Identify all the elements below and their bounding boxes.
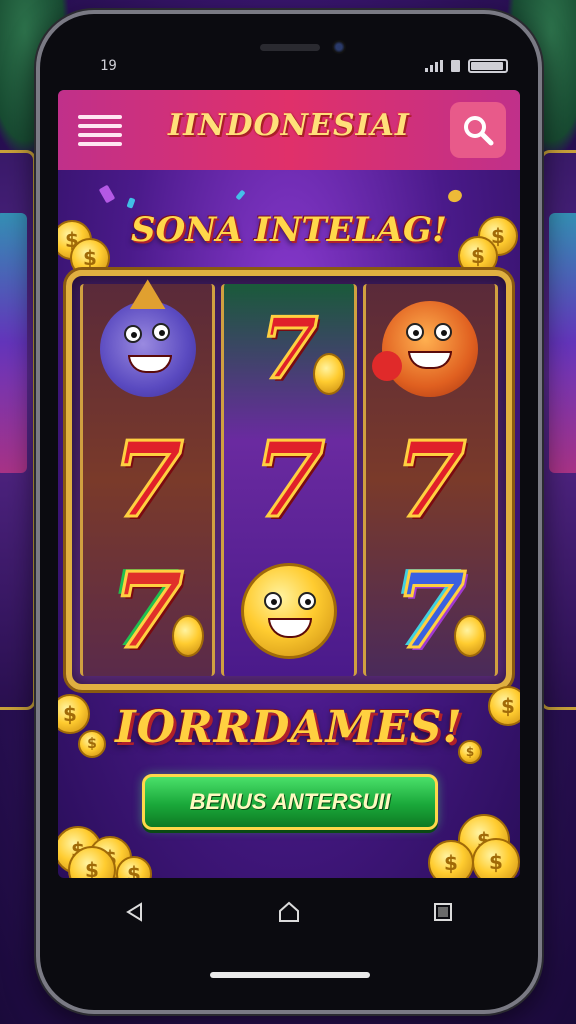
- status-icons: [425, 59, 508, 73]
- seven-red-coin-symbol: 7: [229, 289, 349, 409]
- seven-blue-coin-symbol: 7: [370, 551, 490, 671]
- back-triangle-icon: [126, 902, 142, 922]
- seven-red-symbol: 7: [251, 417, 326, 541]
- system-nav-bar: [58, 882, 520, 942]
- jackpot-text: IORRDAMES!: [115, 702, 463, 753]
- confetti-decoration: [446, 187, 464, 205]
- app-header: IINDONESIAI: [58, 90, 520, 170]
- home-indicator-bar[interactable]: [210, 972, 370, 978]
- nav-recents-button[interactable]: [423, 892, 463, 932]
- seven-red-symbol: 7: [393, 417, 468, 541]
- search-icon: [464, 116, 494, 146]
- promo-title: SONA INTELAG!: [131, 210, 447, 250]
- slot-machine: 7 7 7 7 7 7: [66, 270, 512, 690]
- battery-icon: [468, 59, 508, 73]
- arcade-cabinet-decoration: [0, 150, 36, 710]
- hamburger-menu-icon: [78, 114, 122, 119]
- sim-card-icon: [451, 60, 460, 72]
- gold-coin-decoration: $: [488, 686, 520, 726]
- confetti-decoration: [98, 184, 116, 204]
- recents-square-icon: [434, 903, 452, 921]
- gold-coin-decoration: $: [458, 740, 482, 764]
- character-blue-jester-symbol: [88, 279, 208, 409]
- confetti-decoration: [126, 197, 136, 209]
- earpiece-speaker: [260, 44, 320, 51]
- status-bar: 19: [100, 56, 508, 76]
- status-time: 19: [100, 58, 117, 74]
- nav-back-button[interactable]: [115, 892, 155, 932]
- app-screen: IINDONESIAI $ $ $ $ SONA INTELAG! 7 7 7 …: [58, 90, 520, 878]
- arcade-cabinet-decoration: [540, 150, 576, 710]
- gold-coin-decoration: $: [116, 856, 152, 878]
- phone-frame: 19 IINDONESIAI $ $ $ $ SONA INTELAG! 7 7…: [36, 10, 542, 1014]
- character-gold-face-symbol: [229, 551, 349, 671]
- gold-coin-decoration: $: [428, 840, 474, 878]
- slot-reel: 7 7: [80, 279, 216, 676]
- confetti-decoration: [235, 189, 246, 201]
- gold-coin-decoration: $: [472, 838, 520, 878]
- seven-red-symbol: 7: [110, 417, 185, 541]
- battery-level: [471, 62, 504, 70]
- signal-bars-icon: [425, 60, 443, 72]
- home-icon: [279, 901, 299, 922]
- front-camera: [332, 40, 346, 54]
- character-orange-boxer-symbol: [370, 289, 490, 409]
- search-button[interactable]: [450, 102, 506, 158]
- app-title: IINDONESIAI: [168, 108, 410, 143]
- slot-reels: 7 7 7 7 7 7: [80, 279, 498, 676]
- nav-home-button[interactable]: [269, 892, 309, 932]
- gold-coin-decoration: $: [78, 730, 106, 758]
- slot-reel: 7 7: [221, 284, 357, 676]
- slot-reel: 7 7: [362, 284, 498, 676]
- seven-green-red-symbol: 7: [88, 551, 208, 671]
- menu-button[interactable]: [72, 106, 128, 154]
- bonus-button[interactable]: BENUS ANTERSUII: [142, 774, 438, 830]
